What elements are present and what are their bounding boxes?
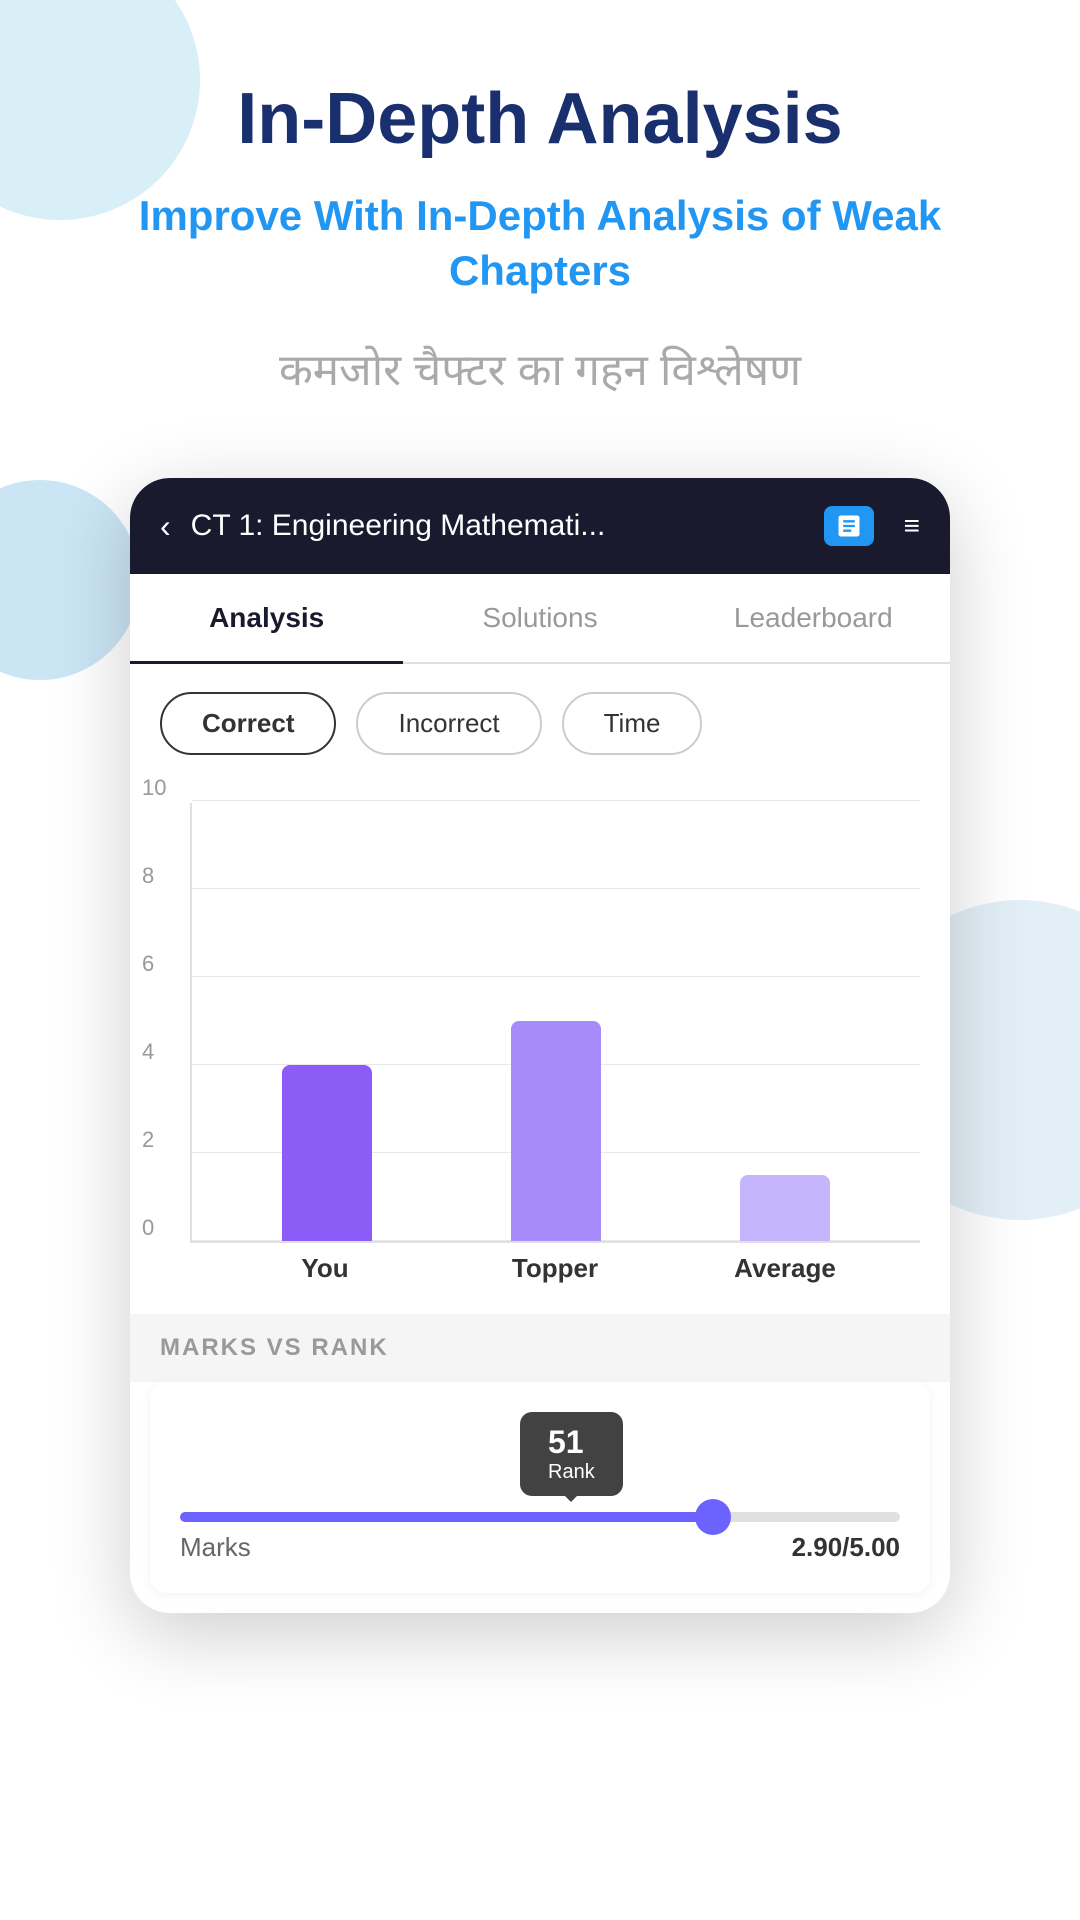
x-labels: You Topper Average bbox=[190, 1243, 920, 1304]
rank-tooltip: 51 Rank bbox=[520, 1412, 623, 1496]
menu-button[interactable]: ≡ bbox=[904, 510, 920, 542]
phone-mockup: ‹ CT 1: Engineering Mathemati... ≡ Analy… bbox=[130, 478, 950, 1613]
y-label-4: 4 bbox=[142, 1039, 154, 1065]
grid-line-10: 10 bbox=[192, 800, 920, 801]
slider-track[interactable] bbox=[180, 1512, 900, 1522]
marks-label: Marks bbox=[180, 1532, 251, 1563]
page-hindi-subtitle: कमजोर चैफ्टर का गहन विश्लेषण bbox=[219, 338, 861, 398]
bar-group-you bbox=[282, 1065, 372, 1241]
y-label-10: 10 bbox=[142, 775, 166, 801]
y-label-2: 2 bbox=[142, 1127, 154, 1153]
rank-sub-label: Rank bbox=[548, 1461, 595, 1484]
filter-row: Correct Incorrect Time bbox=[130, 664, 950, 783]
page-title: In-Depth Analysis bbox=[237, 80, 842, 159]
tab-analysis[interactable]: Analysis bbox=[130, 574, 403, 662]
tab-solutions[interactable]: Solutions bbox=[403, 574, 676, 662]
slider-thumb[interactable] bbox=[695, 1499, 731, 1535]
marks-vs-rank-label: MARKS VS RANK bbox=[160, 1334, 389, 1361]
x-label-average: Average bbox=[720, 1253, 850, 1284]
rank-value: 51 bbox=[548, 1424, 584, 1460]
bar-you bbox=[282, 1065, 372, 1241]
marks-value: 2.90/5.00 bbox=[792, 1532, 900, 1563]
filter-time[interactable]: Time bbox=[562, 692, 703, 755]
y-label-8: 8 bbox=[142, 863, 154, 889]
chart-area: 10 8 6 4 2 0 bbox=[130, 783, 950, 1314]
y-label-0: 0 bbox=[142, 1215, 154, 1241]
filter-incorrect[interactable]: Incorrect bbox=[356, 692, 541, 755]
x-label-you: You bbox=[260, 1253, 390, 1284]
page-subtitle: Improve With In-Depth Analysis of Weak C… bbox=[0, 189, 1080, 298]
chart-grid: 10 8 6 4 2 0 bbox=[190, 803, 920, 1243]
tab-leaderboard[interactable]: Leaderboard bbox=[677, 574, 950, 662]
tabs-row: Analysis Solutions Leaderboard bbox=[130, 574, 950, 664]
section-divider: MARKS VS RANK bbox=[130, 1314, 950, 1382]
bar-group-topper bbox=[511, 1021, 601, 1241]
marks-row: Marks 2.90/5.00 bbox=[180, 1532, 900, 1563]
app-header: ‹ CT 1: Engineering Mathemati... ≡ bbox=[130, 478, 950, 574]
y-label-6: 6 bbox=[142, 951, 154, 977]
bars-container bbox=[212, 803, 900, 1241]
book-icon bbox=[824, 506, 874, 546]
header-title: CT 1: Engineering Mathemati... bbox=[191, 509, 804, 543]
bar-group-average bbox=[740, 1175, 830, 1241]
filter-correct[interactable]: Correct bbox=[160, 692, 336, 755]
bar-topper bbox=[511, 1021, 601, 1241]
x-label-topper: Topper bbox=[490, 1253, 620, 1284]
back-button[interactable]: ‹ bbox=[160, 508, 171, 545]
marks-vs-rank-card: 51 Rank Marks 2.90/5.00 bbox=[150, 1382, 930, 1593]
bar-average bbox=[740, 1175, 830, 1241]
